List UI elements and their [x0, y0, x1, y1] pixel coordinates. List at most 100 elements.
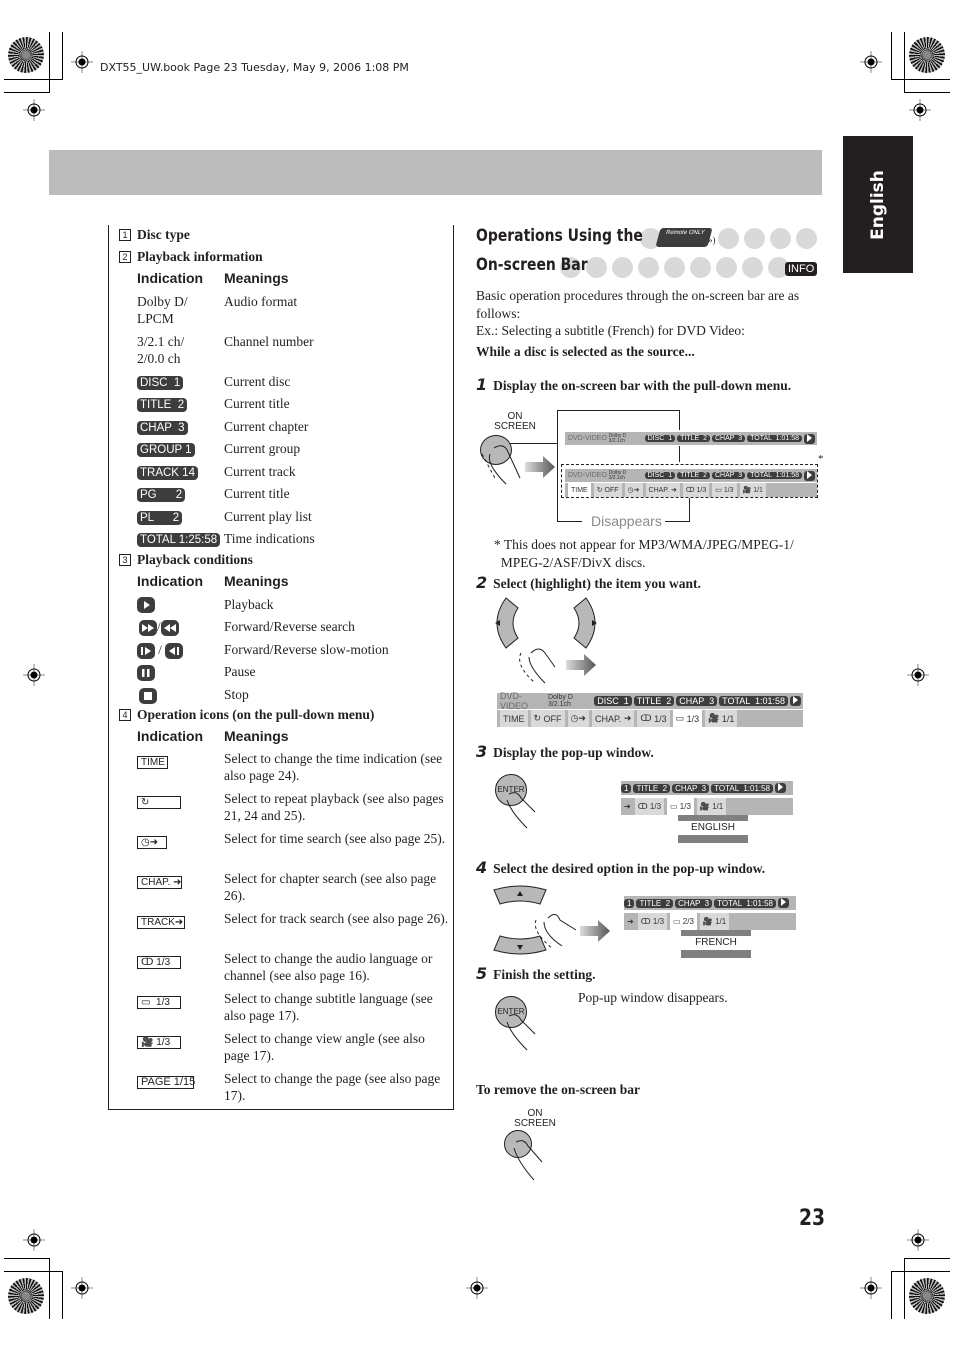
operation-meaning: Select to change view angle (see also pa… [224, 1031, 425, 1063]
step-2: 2 Select (highlight) the item you want. [476, 573, 701, 592]
step-1: 1 Display the on-screen bar with the pul… [476, 375, 792, 394]
menu-subtitle[interactable]: ▭ 1/3 [712, 483, 737, 497]
menu-time[interactable]: TIME [500, 710, 528, 727]
stop-icon [139, 686, 157, 704]
cursor-left-button[interactable] [488, 596, 520, 650]
section-operation-icons: 4 Operation icons (on the pull-down menu… [119, 707, 374, 723]
indicator-meaning: Current group [224, 441, 301, 456]
track-search-icon: TRACK➜ [137, 912, 185, 929]
step-3: 3 Display the pop-up window. [476, 742, 654, 761]
operation-meaning: Select to change the audio language or c… [224, 951, 433, 983]
indicator-meaning: Current chapter [224, 419, 309, 434]
menu-subtitle[interactable]: ▭ 1/3 [672, 710, 703, 727]
arrow-right-icon [580, 920, 610, 942]
popup-window: ENGLISH [678, 815, 748, 843]
time-search-icon: ◷➜ [137, 832, 167, 849]
section-playback-conditions: 3 Playback conditions [119, 552, 253, 568]
repeat-icon: ↻ [137, 792, 181, 809]
indicator-meaning: Current track [224, 464, 296, 479]
finger-icon [519, 648, 556, 684]
footnote-marker: * [818, 453, 824, 465]
finger-icon [506, 1014, 536, 1051]
pause-icon [137, 663, 155, 681]
menu-repeat[interactable]: ↻ OFF [593, 483, 622, 497]
col-indication: Indication [137, 728, 204, 744]
step-4: 4 Select the desired option in the pop-u… [476, 858, 766, 877]
pull-down-menu: TIME ↻ OFF ◷➜ CHAP. ➜ ↀ 1/3 ▭ 1/3 🎥 1/1 [497, 710, 803, 727]
menu-audio[interactable]: ↀ 1/3 [637, 913, 668, 930]
operation-meaning: Select to change the time indication (se… [224, 751, 443, 783]
indicator-pill: DISC 1 [137, 373, 184, 390]
info-badge: INFO [785, 262, 818, 276]
audio-icon: ↀ 1/3 [137, 952, 181, 969]
menu-time-search[interactable]: ◷➜ [624, 483, 643, 497]
registration-target-icon [907, 664, 929, 686]
menu-repeat[interactable]: ↻ OFF [530, 710, 565, 727]
on-screen-bar-partial: 1 TITLE 2 CHAP 3 TOTAL 1:01:58 [621, 781, 793, 795]
page-icon: PAGE 1/15 [137, 1072, 195, 1089]
chapter-search-icon: CHAP. ➜ [137, 872, 182, 889]
finger-icon [534, 914, 577, 949]
menu-angle[interactable]: 🎥 1/1 [696, 798, 727, 815]
pull-down-menu-partial: ➜ ↀ 1/3 ▭ 1/3 🎥 1/1 [621, 798, 793, 815]
on-screen-label: ON SCREEN [494, 411, 536, 432]
registration-starburst-icon [909, 1278, 945, 1314]
cursor-up-button[interactable] [492, 884, 548, 906]
operation-meaning: Select for chapter search (see also page… [224, 871, 437, 903]
menu-subtitle[interactable]: ▭ 2/3 [670, 913, 697, 930]
forward-reverse-slow-icon: / [137, 641, 184, 659]
menu-chapter[interactable]: CHAP. ➜ [591, 710, 635, 727]
col-indication: Indication [137, 573, 204, 589]
menu-subtitle[interactable]: ▭ 1/3 [667, 798, 694, 815]
menu-time-search[interactable]: ◷➜ [567, 710, 589, 727]
page-number: 23 [799, 1206, 826, 1231]
step-5: 5 Finish the setting. [476, 964, 596, 983]
on-screen-label: ON SCREEN [514, 1108, 556, 1129]
registration-target-icon [23, 99, 45, 121]
menu-chapter[interactable]: CHAP. ➜ [645, 483, 680, 497]
subtitle-icon: ▭ 1/3 [137, 992, 181, 1009]
indicator-meaning: Channel number [224, 334, 314, 349]
intro-text: Basic operation procedures through the o… [476, 288, 800, 321]
play-icon [137, 595, 155, 613]
registration-target-icon [23, 1229, 45, 1251]
menu-audio[interactable]: ↀ 1/3 [682, 483, 710, 497]
condition-meaning: Stop [224, 687, 249, 702]
indicator-meaning: Audio format [224, 294, 298, 309]
pull-down-menu: TIME ↻ OFF ◷➜ CHAP. ➜ ↀ 1/3 ▭ 1/3 🎥 1/1 [565, 483, 817, 497]
finger-icon [513, 1140, 543, 1181]
registration-target-icon [909, 99, 931, 121]
menu-audio[interactable]: ↀ 1/3 [634, 798, 665, 815]
on-screen-bar: DVD-VIDEO Dolby D 3/2.1ch DISC 1 TITLE 2 … [565, 469, 817, 482]
section-title-line1: Operations Using the [476, 226, 643, 246]
angle-icon: 🎥 1/3 [137, 1032, 181, 1049]
indicator-text: 3/2.1 ch/ 2/0.0 ch [137, 334, 185, 366]
menu-angle[interactable]: 🎥 1/1 [739, 483, 766, 497]
operation-meaning: Select to change the page (see also page… [224, 1071, 441, 1103]
print-header-slug: DXT55_UW.book Page 23 Tuesday, May 9, 20… [100, 61, 409, 74]
menu-angle[interactable]: 🎥 1/1 [705, 710, 738, 727]
example-text: Ex.: Selecting a subtitle (French) for D… [476, 323, 745, 338]
menu-audio[interactable]: ↀ 1/3 [637, 710, 670, 727]
operation-meaning: Select for time search (see also page 25… [224, 831, 446, 846]
signal-icon: ») [708, 235, 716, 245]
popup-window: FRENCH [681, 930, 751, 958]
popup-value[interactable]: FRENCH [681, 936, 751, 950]
menu-time[interactable]: TIME [568, 483, 591, 497]
indicator-pill: TRACK 14 [137, 463, 198, 480]
col-meanings: Meanings [224, 728, 289, 744]
indicator-meaning: Current disc [224, 374, 291, 389]
precondition-text: While a disc is selected as the source..… [476, 344, 695, 359]
time-icon: TIME [137, 752, 168, 769]
cursor-right-button[interactable] [572, 596, 604, 650]
popup-value[interactable]: ENGLISH [678, 821, 748, 835]
indicator-meaning: Current title [224, 396, 290, 411]
language-tab: English [843, 136, 913, 273]
pull-down-menu-partial: ➜ ↀ 1/3 ▭ 2/3 🎥 1/1 [624, 913, 796, 930]
condition-meaning: Forward/Reverse search [224, 619, 355, 634]
on-screen-bar: DVD-VIDEO Dolby D 3/2.1ch DISC 1 TITLE 2 … [565, 432, 817, 445]
col-meanings: Meanings [224, 270, 289, 286]
finger-icon [506, 792, 536, 829]
registration-target-icon [907, 1229, 929, 1251]
menu-angle[interactable]: 🎥 1/1 [699, 913, 730, 930]
